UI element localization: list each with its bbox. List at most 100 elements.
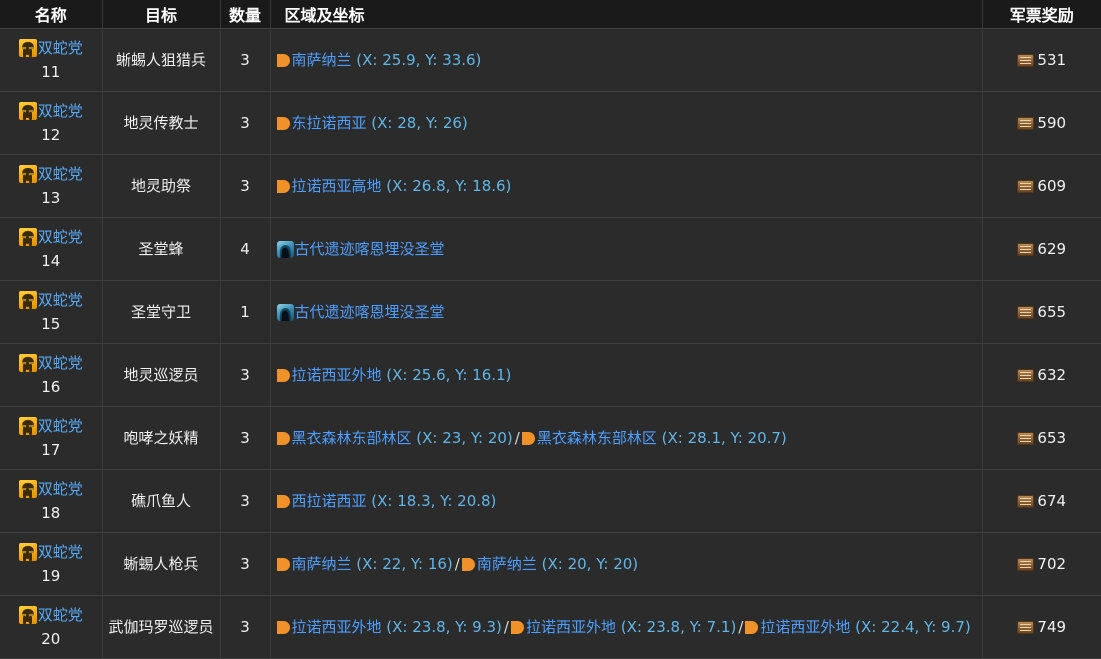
- cell-target-name: 蜥蜴人枪兵: [102, 532, 221, 596]
- place-link[interactable]: 东拉诺西亚: [292, 114, 367, 132]
- grand-company-link[interactable]: 双蛇党: [38, 354, 83, 372]
- cell-name: 双蛇党 16: [0, 343, 103, 407]
- rank-number: 19: [41, 566, 61, 585]
- place-link[interactable]: 南萨纳兰: [477, 555, 537, 573]
- cell-reward: 702: [982, 532, 1101, 596]
- cell-target-name: 蜥蜴人狙猎兵: [102, 28, 221, 92]
- cell-target-name: 圣堂蜂: [102, 217, 221, 281]
- coordinates-text: (X: 26.8, Y: 18.6): [381, 176, 512, 195]
- table-header-row: 名称 目标 数量 区域及坐标 军票奖励: [0, 0, 1101, 29]
- military-seal-icon: [1017, 305, 1035, 319]
- map-marker-icon: [276, 179, 290, 193]
- place-link[interactable]: 黑衣森林东部林区: [292, 429, 412, 447]
- place-link[interactable]: 拉诺西亚高地: [292, 177, 382, 195]
- place-link[interactable]: 古代遗迹喀恩埋没圣堂: [295, 240, 445, 258]
- cell-name: 双蛇党 12: [0, 91, 103, 155]
- map-marker-icon: [745, 620, 759, 634]
- grand-company-link[interactable]: 双蛇党: [38, 543, 83, 561]
- cell-quantity: 3: [220, 343, 271, 407]
- military-seal-icon: [1017, 179, 1035, 193]
- rank-number: 13: [41, 188, 61, 207]
- table-row: 双蛇党 20 武伽玛罗巡逻员 3 拉诺西亚外地 (X: 23.8, Y: 9.3) / 拉诺…: [0, 595, 1101, 659]
- cell-quantity: 3: [220, 28, 271, 92]
- cell-reward: 632: [982, 343, 1101, 407]
- cave-entrance-icon: [276, 240, 294, 258]
- cell-reward: 655: [982, 280, 1101, 344]
- map-marker-icon: [276, 368, 290, 382]
- location-separator: /: [454, 554, 460, 573]
- reward-value: 632: [1037, 365, 1067, 384]
- place-link[interactable]: 拉诺西亚外地: [292, 366, 382, 384]
- cell-name: 双蛇党 13: [0, 154, 103, 218]
- cell-quantity: 4: [220, 217, 271, 281]
- table-row: 双蛇党 15 圣堂守卫 1 古代遗迹喀恩埋没圣堂 655: [0, 280, 1101, 344]
- grand-company-link[interactable]: 双蛇党: [38, 165, 83, 183]
- cell-area-coordinates: 拉诺西亚外地 (X: 23.8, Y: 9.3) / 拉诺西亚外地 (X: 23.8…: [270, 595, 983, 659]
- map-marker-icon: [521, 431, 535, 445]
- location-separator: /: [514, 428, 520, 447]
- grand-company-link[interactable]: 双蛇党: [38, 39, 83, 57]
- cell-reward: 674: [982, 469, 1101, 533]
- location-separator: /: [503, 617, 509, 636]
- table-row: 双蛇党 12 地灵传教士 3 东拉诺西亚 (X: 28, Y: 26) 590: [0, 91, 1101, 155]
- cell-name: 双蛇党 15: [0, 280, 103, 344]
- table-row: 双蛇党 13 地灵助祭 3 拉诺西亚高地 (X: 26.8, Y: 18.6) 609: [0, 154, 1101, 218]
- rank-number: 11: [41, 62, 61, 81]
- column-header-reward: 军票奖励: [982, 0, 1101, 29]
- table-row: 双蛇党 11 蜥蜴人狙猎兵 3 南萨纳兰 (X: 25.9, Y: 33.6) 531: [0, 28, 1101, 92]
- grand-company-link[interactable]: 双蛇党: [38, 228, 83, 246]
- reward-value: 629: [1037, 239, 1067, 258]
- column-header-target: 目标: [102, 0, 221, 29]
- cell-area-coordinates: 黑衣森林东部林区 (X: 23, Y: 20) / 黑衣森林东部林区 (X: 28.…: [270, 406, 983, 470]
- cell-reward: 653: [982, 406, 1101, 470]
- military-seal-icon: [1017, 620, 1035, 634]
- cell-name: 双蛇党 20: [0, 595, 103, 659]
- grand-company-link[interactable]: 双蛇党: [38, 480, 83, 498]
- cell-target-name: 圣堂守卫: [102, 280, 221, 344]
- military-seal-icon: [1017, 242, 1035, 256]
- military-seal-icon: [1017, 53, 1035, 67]
- coordinates-text: (X: 20, Y: 20): [536, 554, 639, 573]
- cell-area-coordinates: 拉诺西亚高地 (X: 26.8, Y: 18.6): [270, 154, 983, 218]
- reward-value: 609: [1037, 176, 1067, 195]
- cell-quantity: 1: [220, 280, 271, 344]
- grand-company-badge-icon: [18, 480, 37, 498]
- hunting-log-table: 名称 目标 数量 区域及坐标 军票奖励 双蛇党 11 蜥蜴人狙猎兵 3 南萨纳兰 (X:…: [0, 0, 1101, 659]
- place-link[interactable]: 拉诺西亚外地: [760, 618, 850, 636]
- place-link[interactable]: 西拉诺西亚: [292, 492, 367, 510]
- cell-reward: 749: [982, 595, 1101, 659]
- rank-number: 16: [41, 377, 61, 396]
- reward-value: 655: [1037, 302, 1067, 321]
- rank-number: 15: [41, 314, 61, 333]
- grand-company-badge-icon: [18, 291, 37, 309]
- place-link[interactable]: 拉诺西亚外地: [292, 618, 382, 636]
- reward-value: 702: [1037, 554, 1067, 573]
- coordinates-text: (X: 23, Y: 20): [411, 428, 513, 447]
- grand-company-link[interactable]: 双蛇党: [38, 291, 83, 309]
- map-marker-icon: [461, 557, 475, 571]
- cell-target-name: 地灵助祭: [102, 154, 221, 218]
- place-link[interactable]: 古代遗迹喀恩埋没圣堂: [295, 303, 445, 321]
- cell-reward: 609: [982, 154, 1101, 218]
- table-row: 双蛇党 17 咆哮之妖精 3 黑衣森林东部林区 (X: 23, Y: 20) / 黑衣森林东…: [0, 406, 1101, 470]
- column-header-quantity: 数量: [220, 0, 271, 29]
- place-link[interactable]: 南萨纳兰: [292, 51, 352, 69]
- grand-company-badge-icon: [18, 39, 37, 57]
- place-link[interactable]: 拉诺西亚外地: [526, 618, 616, 636]
- coordinates-text: (X: 23.8, Y: 7.1): [615, 617, 737, 636]
- place-link[interactable]: 黑衣森林东部林区: [537, 429, 657, 447]
- table-row: 双蛇党 18 礁爪鱼人 3 西拉诺西亚 (X: 18.3, Y: 20.8) 674: [0, 469, 1101, 533]
- reward-value: 674: [1037, 491, 1067, 510]
- map-marker-icon: [276, 431, 290, 445]
- cell-quantity: 3: [220, 469, 271, 533]
- coordinates-text: (X: 28.1, Y: 20.7): [656, 428, 787, 447]
- cell-area-coordinates: 拉诺西亚外地 (X: 25.6, Y: 16.1): [270, 343, 983, 407]
- grand-company-badge-icon: [18, 354, 37, 372]
- place-link[interactable]: 南萨纳兰: [292, 555, 352, 573]
- grand-company-link[interactable]: 双蛇党: [38, 606, 83, 624]
- cell-name: 双蛇党 17: [0, 406, 103, 470]
- grand-company-link[interactable]: 双蛇党: [38, 417, 83, 435]
- grand-company-link[interactable]: 双蛇党: [38, 102, 83, 120]
- rank-number: 17: [41, 440, 61, 459]
- grand-company-badge-icon: [18, 228, 37, 246]
